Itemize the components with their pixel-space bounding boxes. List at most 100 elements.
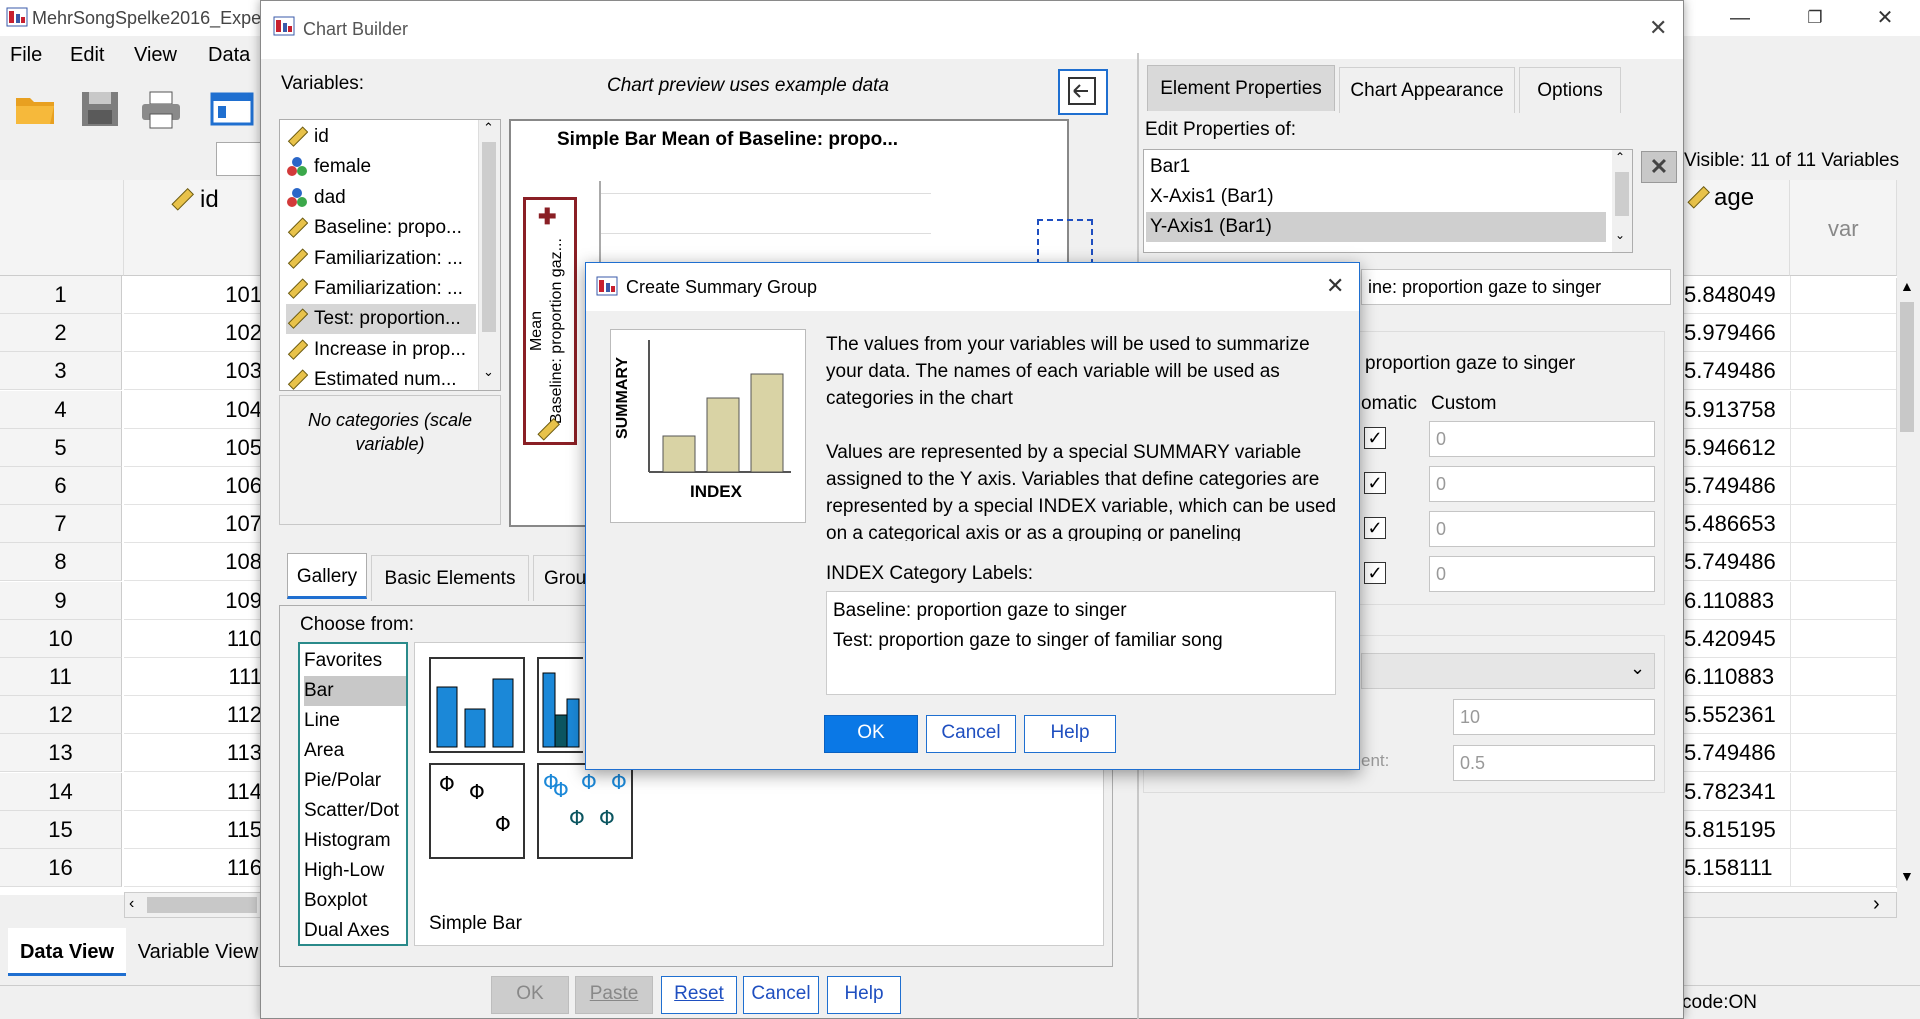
- cell-var[interactable]: [1790, 314, 1897, 353]
- cell-id[interactable]: 109: [124, 581, 264, 620]
- scroll-thumb[interactable]: [1900, 302, 1914, 432]
- cell-age[interactable]: 5.749486: [1682, 467, 1790, 505]
- cell-id[interactable]: 102: [124, 314, 264, 353]
- simple-bar-thumb[interactable]: [429, 657, 525, 753]
- cell-id[interactable]: 110: [124, 619, 264, 658]
- variable-item[interactable]: Familiarization: ...: [286, 244, 476, 274]
- horizontal-scrollbar-right[interactable]: ›: [1682, 892, 1897, 918]
- legend-drop-zone[interactable]: [1037, 219, 1093, 265]
- row-number[interactable]: 6: [0, 467, 122, 505]
- paste-button[interactable]: Paste: [575, 976, 653, 1014]
- dialog-recall-icon[interactable]: [210, 88, 258, 136]
- variable-item[interactable]: Baseline: propo...: [286, 213, 476, 243]
- table-row[interactable]: 9 109: [0, 581, 264, 620]
- table-row[interactable]: 11 111: [0, 658, 264, 696]
- cell-age[interactable]: 5.749486: [1682, 543, 1790, 582]
- chart-type-favorites[interactable]: Favorites: [304, 646, 406, 676]
- chart-type-list[interactable]: Favorites Bar Line Area Pie/Polar Scatter/Dot…: [298, 642, 408, 946]
- chart-type-high-low[interactable]: High-Low: [304, 856, 406, 886]
- tab-chart-appearance[interactable]: Chart Appearance: [1339, 67, 1515, 113]
- cell-age[interactable]: 5.749486: [1682, 734, 1790, 773]
- cell-id[interactable]: 112: [124, 696, 264, 735]
- scroll-thumb[interactable]: [482, 142, 496, 332]
- scroll-thumb[interactable]: [1615, 172, 1629, 216]
- index-label-item[interactable]: Baseline: proportion gaze to singer: [833, 596, 1127, 626]
- row-number[interactable]: 13: [0, 734, 122, 773]
- cell-id[interactable]: 115: [124, 810, 264, 849]
- cell-var[interactable]: [1790, 849, 1897, 887]
- variables-scrollbar[interactable]: ⌃ ⌄: [478, 120, 500, 390]
- cell-id[interactable]: 106: [124, 467, 264, 505]
- scroll-left-icon[interactable]: ‹: [129, 895, 134, 913]
- help-button[interactable]: Help: [827, 976, 901, 1014]
- cell-var[interactable]: [1790, 505, 1897, 544]
- cell-var[interactable]: [1790, 467, 1897, 505]
- simple-error-bar-thumb[interactable]: ΦΦΦ: [429, 763, 525, 859]
- element-item[interactable]: X-Axis1 (Bar1): [1146, 182, 1606, 212]
- row-number[interactable]: 14: [0, 772, 122, 811]
- cell-var[interactable]: [1790, 543, 1897, 582]
- automatic-checkbox[interactable]: ✓: [1364, 562, 1386, 584]
- cell-age[interactable]: 6.110883: [1682, 581, 1790, 620]
- row-number[interactable]: 5: [0, 428, 122, 467]
- cell-age[interactable]: 5.913758: [1682, 390, 1790, 429]
- chart-type-scatter-dot[interactable]: Scatter/Dot: [304, 796, 406, 826]
- variable-item[interactable]: Increase in prop...: [286, 335, 476, 365]
- index-labels-list[interactable]: Baseline: proportion gaze to singer Test…: [826, 591, 1336, 695]
- variable-item[interactable]: dad: [286, 183, 476, 213]
- cell-var[interactable]: [1790, 276, 1897, 314]
- row-number[interactable]: 8: [0, 543, 122, 582]
- table-row[interactable]: 16 116: [0, 849, 264, 887]
- cell-id[interactable]: 101: [124, 276, 264, 314]
- chart-type-boxplot[interactable]: Boxplot: [304, 886, 406, 916]
- row-number[interactable]: 4: [0, 390, 122, 429]
- multiplier-input[interactable]: 0.5: [1453, 745, 1655, 781]
- scroll-up-icon[interactable]: ⌃: [1615, 150, 1625, 164]
- cell-age[interactable]: 5.946612: [1682, 428, 1790, 467]
- chart-type-dual-axes[interactable]: Dual Axes: [304, 916, 406, 946]
- table-row[interactable]: 2 102: [0, 314, 264, 353]
- custom-value-input[interactable]: 0: [1429, 511, 1655, 547]
- cell-age[interactable]: 5.420945: [1682, 619, 1790, 658]
- tab-gallery[interactable]: Gallery: [287, 553, 367, 599]
- table-row[interactable]: 13 113: [0, 734, 264, 773]
- close-icon[interactable]: ✕: [1649, 15, 1667, 41]
- tab-element-properties[interactable]: Element Properties: [1147, 65, 1335, 111]
- tab-basic-elements[interactable]: Basic Elements: [371, 555, 529, 601]
- variable-item[interactable]: female: [286, 152, 476, 182]
- index-label-item[interactable]: Test: proportion gaze to singer of famil…: [833, 626, 1223, 656]
- chart-type-pie-polar[interactable]: Pie/Polar: [304, 766, 406, 796]
- minimize-icon[interactable]: —: [1710, 0, 1770, 36]
- restore-icon[interactable]: ❐: [1785, 0, 1845, 36]
- axis-label-input[interactable]: ine: proportion gaze to singer: [1361, 269, 1671, 305]
- cell-id[interactable]: 108: [124, 543, 264, 582]
- tab-options[interactable]: Options: [1519, 67, 1621, 113]
- cell-var[interactable]: [1790, 772, 1897, 811]
- help-button[interactable]: Help: [1024, 715, 1116, 753]
- scroll-down-icon[interactable]: ⌄: [483, 364, 494, 380]
- automatic-checkbox[interactable]: ✓: [1364, 517, 1386, 539]
- ok-button[interactable]: OK: [824, 715, 918, 753]
- automatic-checkbox[interactable]: ✓: [1364, 472, 1386, 494]
- menu-view[interactable]: View: [134, 44, 177, 67]
- clustered-bar-thumb[interactable]: [537, 657, 583, 753]
- chart-type-histogram[interactable]: Histogram: [304, 826, 406, 856]
- element-properties-toggle-button[interactable]: [1058, 69, 1108, 115]
- menu-data[interactable]: Data: [208, 44, 250, 67]
- chart-type-bar[interactable]: Bar: [304, 676, 406, 706]
- close-icon[interactable]: ✕: [1326, 273, 1344, 299]
- cell-age[interactable]: 5.552361: [1682, 696, 1790, 735]
- cell-var[interactable]: [1790, 696, 1897, 735]
- cell-id[interactable]: 114: [124, 772, 264, 811]
- tab-variable-view[interactable]: Variable View: [134, 928, 262, 976]
- table-row[interactable]: 3 103: [0, 352, 264, 391]
- variable-item[interactable]: Familiarization: ...: [286, 274, 476, 304]
- cell-age[interactable]: 5.979466: [1682, 314, 1790, 353]
- variable-item[interactable]: Test: proportion...: [286, 304, 476, 335]
- row-number[interactable]: 16: [0, 849, 122, 887]
- spacing-input[interactable]: 10: [1453, 699, 1655, 735]
- cell-var[interactable]: [1790, 619, 1897, 658]
- table-row[interactable]: 12 112: [0, 696, 264, 735]
- element-item[interactable]: Bar1: [1146, 152, 1606, 182]
- menu-file[interactable]: File: [10, 44, 42, 67]
